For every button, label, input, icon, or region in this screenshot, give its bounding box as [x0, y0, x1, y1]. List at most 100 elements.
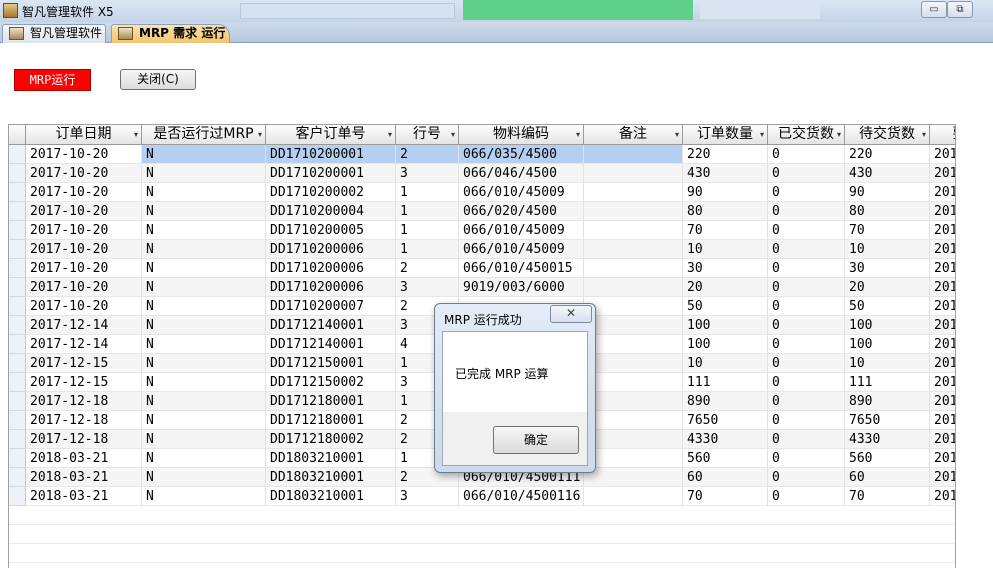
- table-cell[interactable]: 201: [930, 164, 955, 183]
- table-cell[interactable]: 201: [930, 240, 955, 259]
- table-cell[interactable]: 0: [768, 278, 845, 297]
- table-cell[interactable]: 0: [768, 164, 845, 183]
- table-cell[interactable]: 1: [396, 183, 459, 202]
- table-cell[interactable]: 100: [683, 335, 768, 354]
- table-cell[interactable]: 20: [845, 278, 930, 297]
- column-header[interactable]: 订单日期 ▾: [26, 125, 142, 145]
- table-cell[interactable]: 70: [845, 221, 930, 240]
- close-button[interactable]: 关闭(C): [120, 69, 196, 90]
- row-selector[interactable]: [9, 430, 26, 449]
- table-cell[interactable]: 2018-03-21: [26, 468, 142, 487]
- ok-button[interactable]: 确定: [493, 426, 579, 454]
- table-cell[interactable]: 10: [845, 240, 930, 259]
- table-cell[interactable]: [584, 373, 683, 392]
- row-selector[interactable]: [9, 297, 26, 316]
- row-selector[interactable]: [9, 202, 26, 221]
- column-header[interactable]: 客户订单号 ▾: [266, 125, 396, 145]
- table-cell[interactable]: N: [142, 221, 266, 240]
- table-cell[interactable]: [584, 392, 683, 411]
- table-row[interactable]: 2017-10-20 N DD1710200004 1 066/020/4500 80 0 8…: [9, 202, 955, 221]
- table-cell[interactable]: N: [142, 468, 266, 487]
- table-cell[interactable]: DD1803210001: [266, 487, 396, 506]
- table-cell[interactable]: 7650: [845, 411, 930, 430]
- table-row[interactable]: 2018-03-21 N DD1803210001 3 066/010/4500116 7…: [9, 487, 955, 506]
- table-cell[interactable]: 2017-10-20: [26, 259, 142, 278]
- table-cell[interactable]: [584, 259, 683, 278]
- table-cell[interactable]: [584, 202, 683, 221]
- table-cell[interactable]: 20: [683, 278, 768, 297]
- table-cell[interactable]: 90: [845, 183, 930, 202]
- table-cell[interactable]: 201: [930, 278, 955, 297]
- row-selector[interactable]: [9, 145, 26, 164]
- table-cell[interactable]: DD1712180001: [266, 411, 396, 430]
- table-cell[interactable]: N: [142, 240, 266, 259]
- table-cell[interactable]: [584, 145, 683, 164]
- table-cell[interactable]: DD1710200004: [266, 202, 396, 221]
- table-cell[interactable]: [584, 164, 683, 183]
- table-cell[interactable]: 111: [845, 373, 930, 392]
- column-header[interactable]: 是否运行过MRP ▾: [142, 125, 266, 145]
- table-cell[interactable]: [584, 411, 683, 430]
- table-cell[interactable]: 066/010/45009: [459, 183, 584, 202]
- table-cell[interactable]: 80: [845, 202, 930, 221]
- table-cell[interactable]: 066/046/4500: [459, 164, 584, 183]
- mrp-run-button[interactable]: MRP运行: [14, 69, 91, 91]
- table-cell[interactable]: 10: [683, 354, 768, 373]
- row-selector[interactable]: [9, 335, 26, 354]
- table-cell[interactable]: 10: [845, 354, 930, 373]
- table-cell[interactable]: DD1710200002: [266, 183, 396, 202]
- table-cell[interactable]: 60: [845, 468, 930, 487]
- table-cell[interactable]: DD1712140001: [266, 335, 396, 354]
- row-selector[interactable]: [9, 392, 26, 411]
- dialog-close-button[interactable]: ✕: [550, 305, 592, 323]
- column-header[interactable]: 物料编码 ▾: [459, 125, 584, 145]
- table-cell[interactable]: N: [142, 183, 266, 202]
- table-cell[interactable]: 90: [683, 183, 768, 202]
- table-cell[interactable]: 2017-10-20: [26, 297, 142, 316]
- row-selector[interactable]: [9, 259, 26, 278]
- row-selector[interactable]: [9, 354, 26, 373]
- table-row[interactable]: 2017-10-20 N DD1710200006 1 066/010/45009 10 0…: [9, 240, 955, 259]
- table-cell[interactable]: 1: [396, 202, 459, 221]
- table-cell[interactable]: 70: [683, 487, 768, 506]
- table-cell[interactable]: 0: [768, 430, 845, 449]
- row-selector[interactable]: [9, 221, 26, 240]
- table-cell[interactable]: 60: [683, 468, 768, 487]
- table-cell[interactable]: 2018-03-21: [26, 449, 142, 468]
- table-cell[interactable]: 201: [930, 297, 955, 316]
- table-cell[interactable]: 0: [768, 221, 845, 240]
- table-cell[interactable]: 3: [396, 487, 459, 506]
- table-cell[interactable]: 0: [768, 411, 845, 430]
- table-cell[interactable]: 100: [683, 316, 768, 335]
- table-cell[interactable]: [584, 468, 683, 487]
- table-cell[interactable]: 0: [768, 316, 845, 335]
- table-cell[interactable]: DD1710200006: [266, 240, 396, 259]
- table-cell[interactable]: DD1712150002: [266, 373, 396, 392]
- table-cell[interactable]: N: [142, 392, 266, 411]
- table-cell[interactable]: DD1803210001: [266, 468, 396, 487]
- table-cell[interactable]: 70: [683, 221, 768, 240]
- table-cell[interactable]: 0: [768, 487, 845, 506]
- restore-button[interactable]: ⧉: [947, 1, 973, 18]
- table-cell[interactable]: DD1710200005: [266, 221, 396, 240]
- column-header[interactable]: 行号 ▾: [396, 125, 459, 145]
- table-cell[interactable]: [584, 297, 683, 316]
- table-cell[interactable]: 2017-10-20: [26, 240, 142, 259]
- table-cell[interactable]: 50: [683, 297, 768, 316]
- table-cell[interactable]: 201: [930, 202, 955, 221]
- table-cell[interactable]: 2017-12-15: [26, 373, 142, 392]
- row-selector[interactable]: [9, 411, 26, 430]
- table-cell[interactable]: 201: [930, 335, 955, 354]
- table-cell[interactable]: DD1712150001: [266, 354, 396, 373]
- table-cell[interactable]: 0: [768, 202, 845, 221]
- table-cell[interactable]: 4330: [683, 430, 768, 449]
- table-cell[interactable]: 10: [683, 240, 768, 259]
- table-cell[interactable]: 220: [845, 145, 930, 164]
- table-cell[interactable]: 2017-12-18: [26, 411, 142, 430]
- table-cell[interactable]: DD1712140001: [266, 316, 396, 335]
- table-cell[interactable]: 066/010/45009: [459, 240, 584, 259]
- tab-mrp-run[interactable]: MRP 需求 运行: [111, 24, 230, 43]
- table-cell[interactable]: 201: [930, 259, 955, 278]
- table-cell[interactable]: 100: [845, 335, 930, 354]
- table-cell[interactable]: DD1712180001: [266, 392, 396, 411]
